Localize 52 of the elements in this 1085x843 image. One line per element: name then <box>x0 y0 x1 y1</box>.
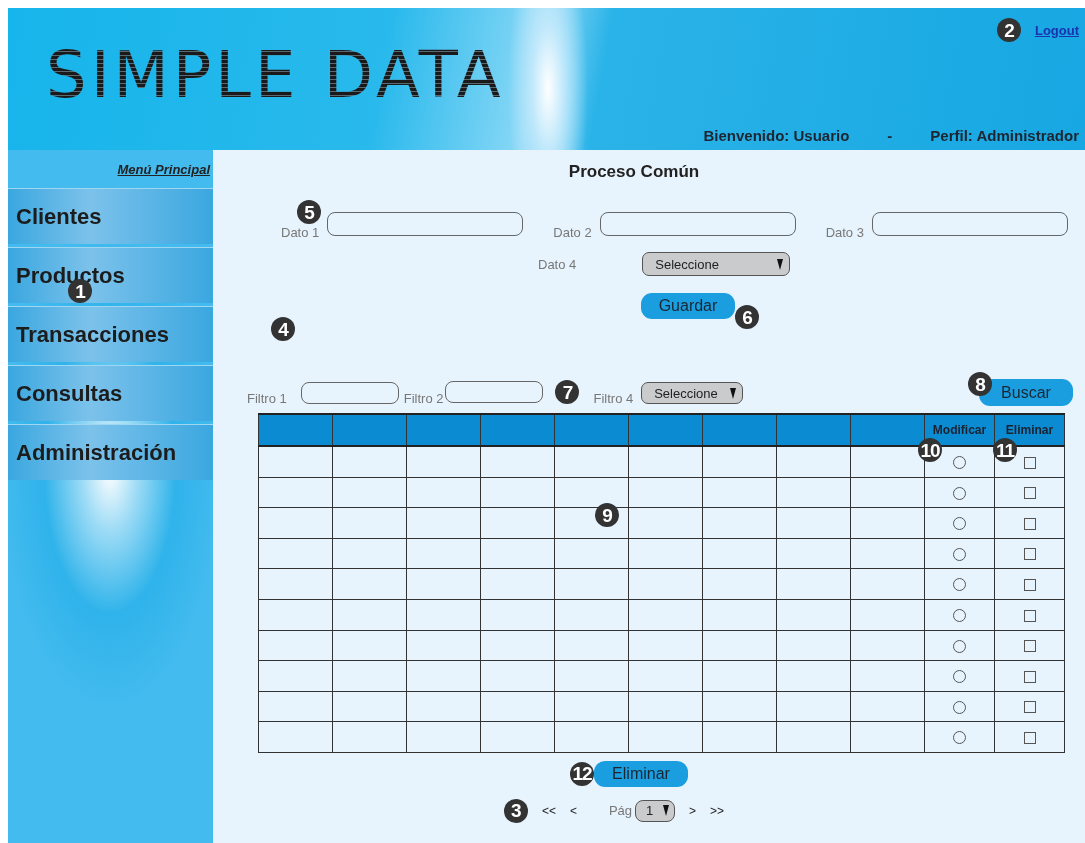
last-page-link[interactable]: >> <box>710 803 725 818</box>
logout-link[interactable]: Logout <box>1034 22 1079 38</box>
next-page-link[interactable]: > <box>689 803 697 818</box>
dropdown[interactable]: Seleccione <box>641 382 744 404</box>
nav-item[interactable]: Clientes <box>8 188 213 244</box>
checkbox[interactable] <box>1023 487 1036 500</box>
field-label: Filtro 2 <box>403 391 444 406</box>
profile-text: Perfil: Administrador <box>930 127 1079 144</box>
input-field[interactable] <box>327 212 524 236</box>
checkbox[interactable] <box>1023 548 1036 561</box>
nav-item[interactable]: Administración <box>8 424 213 480</box>
field-label: Dato 3 <box>825 225 864 240</box>
callout-badge: 3 <box>503 798 528 823</box>
welcome-text: Bienvenido: Usuario <box>703 127 850 144</box>
menu-title[interactable]: Menú Principal <box>117 150 213 185</box>
checkbox[interactable] <box>1023 517 1036 530</box>
checkbox[interactable] <box>1023 731 1036 744</box>
callout-badge: 6 <box>735 305 759 329</box>
field-label: Filtro 4 <box>593 391 634 406</box>
nav-item[interactable]: Consultas <box>8 365 213 421</box>
save-button[interactable]: Guardar <box>641 293 735 319</box>
checkbox[interactable] <box>1023 670 1036 683</box>
input-field[interactable] <box>871 212 1068 236</box>
callout-badge: 9 <box>595 503 619 527</box>
callout-badge: 8 <box>968 372 992 396</box>
checkbox[interactable] <box>1023 640 1036 653</box>
checkbox[interactable] <box>1023 701 1036 714</box>
callout-badge: 7 <box>555 380 580 404</box>
callout-badge: 10 <box>918 438 942 462</box>
input-field[interactable] <box>599 212 796 236</box>
callout-badge: 12 <box>570 761 594 786</box>
page-dropdown[interactable]: 1 <box>635 799 676 822</box>
field-label: Dato 4 <box>538 256 577 272</box>
callout-badge: 2 <box>996 18 1021 42</box>
page-label: Pág <box>608 803 633 819</box>
callout-badge: 4 <box>271 317 295 341</box>
nav-item[interactable]: Transacciones <box>8 306 213 362</box>
separator-text: - <box>887 127 893 144</box>
dropdown[interactable]: Seleccione <box>642 252 791 276</box>
delete-button[interactable]: Eliminar <box>594 760 688 787</box>
callout-badge: 11 <box>993 438 1017 462</box>
callout-badge: 5 <box>297 200 321 224</box>
checkbox[interactable] <box>1023 578 1036 591</box>
field-label: Filtro 1 <box>247 391 287 406</box>
input-field[interactable] <box>445 381 544 403</box>
field-label: Dato 1 <box>281 225 320 240</box>
checkbox[interactable] <box>1023 609 1036 622</box>
input-field[interactable] <box>300 382 399 404</box>
field-label: Dato 2 <box>553 225 592 240</box>
previous-page-link[interactable]: < <box>569 803 577 818</box>
checkbox[interactable] <box>1023 456 1036 469</box>
first-page-link[interactable]: << <box>541 803 556 818</box>
